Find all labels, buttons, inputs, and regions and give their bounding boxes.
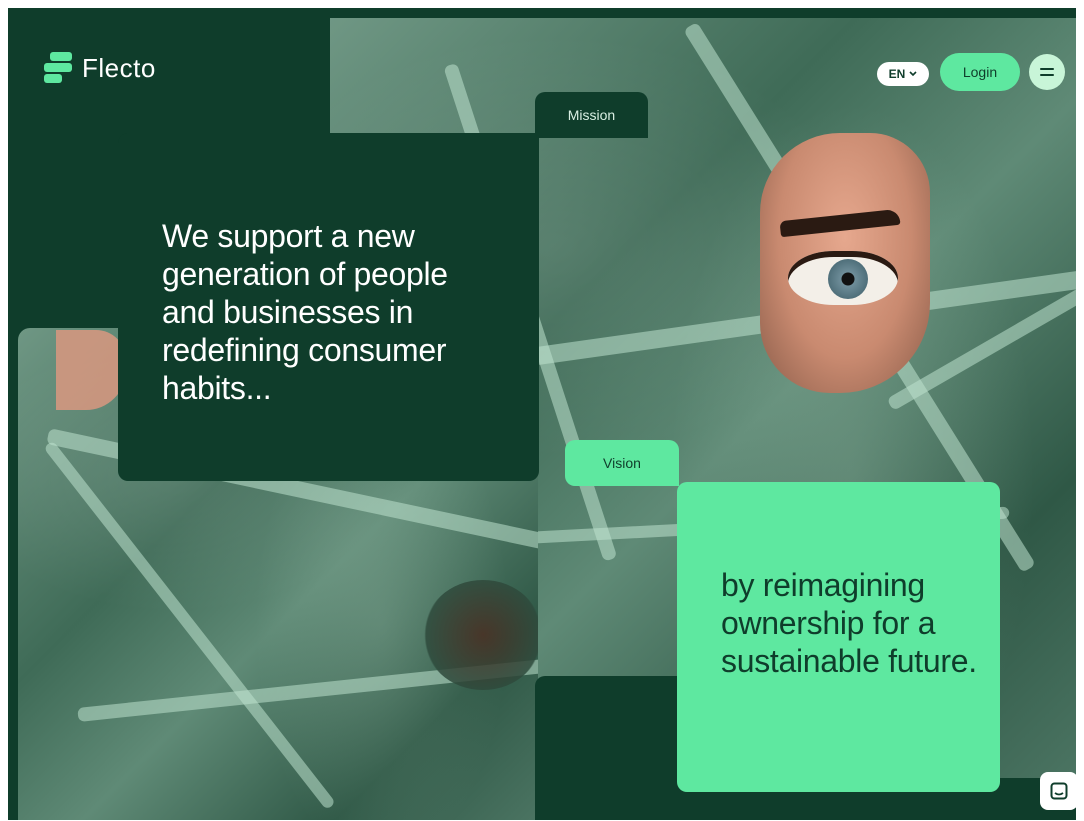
hamburger-icon <box>1040 68 1054 70</box>
mission-tab[interactable]: Mission <box>535 92 648 138</box>
logo[interactable]: Flecto <box>44 52 156 84</box>
menu-button[interactable] <box>1029 54 1065 90</box>
language-label: EN <box>888 67 906 81</box>
dark-panel <box>535 676 685 820</box>
page-frame: Flecto EN Login We support a new generat… <box>8 8 1076 820</box>
vision-text: by reimagining ownership for a sustainab… <box>721 567 977 679</box>
vision-card: by reimagining ownership for a sustainab… <box>677 482 1000 792</box>
vision-tab[interactable]: Vision <box>565 440 679 486</box>
login-button[interactable]: Login <box>940 53 1020 91</box>
eye-photo <box>760 133 930 393</box>
chat-icon <box>1050 782 1068 800</box>
mission-card: We support a new generation of people an… <box>118 133 539 481</box>
brand-name: Flecto <box>82 52 156 83</box>
language-selector[interactable]: EN <box>877 62 929 86</box>
mission-text: We support a new generation of people an… <box>162 218 448 406</box>
chevron-down-icon <box>909 71 917 77</box>
logo-icon <box>44 52 74 84</box>
chat-button[interactable] <box>1040 772 1076 810</box>
